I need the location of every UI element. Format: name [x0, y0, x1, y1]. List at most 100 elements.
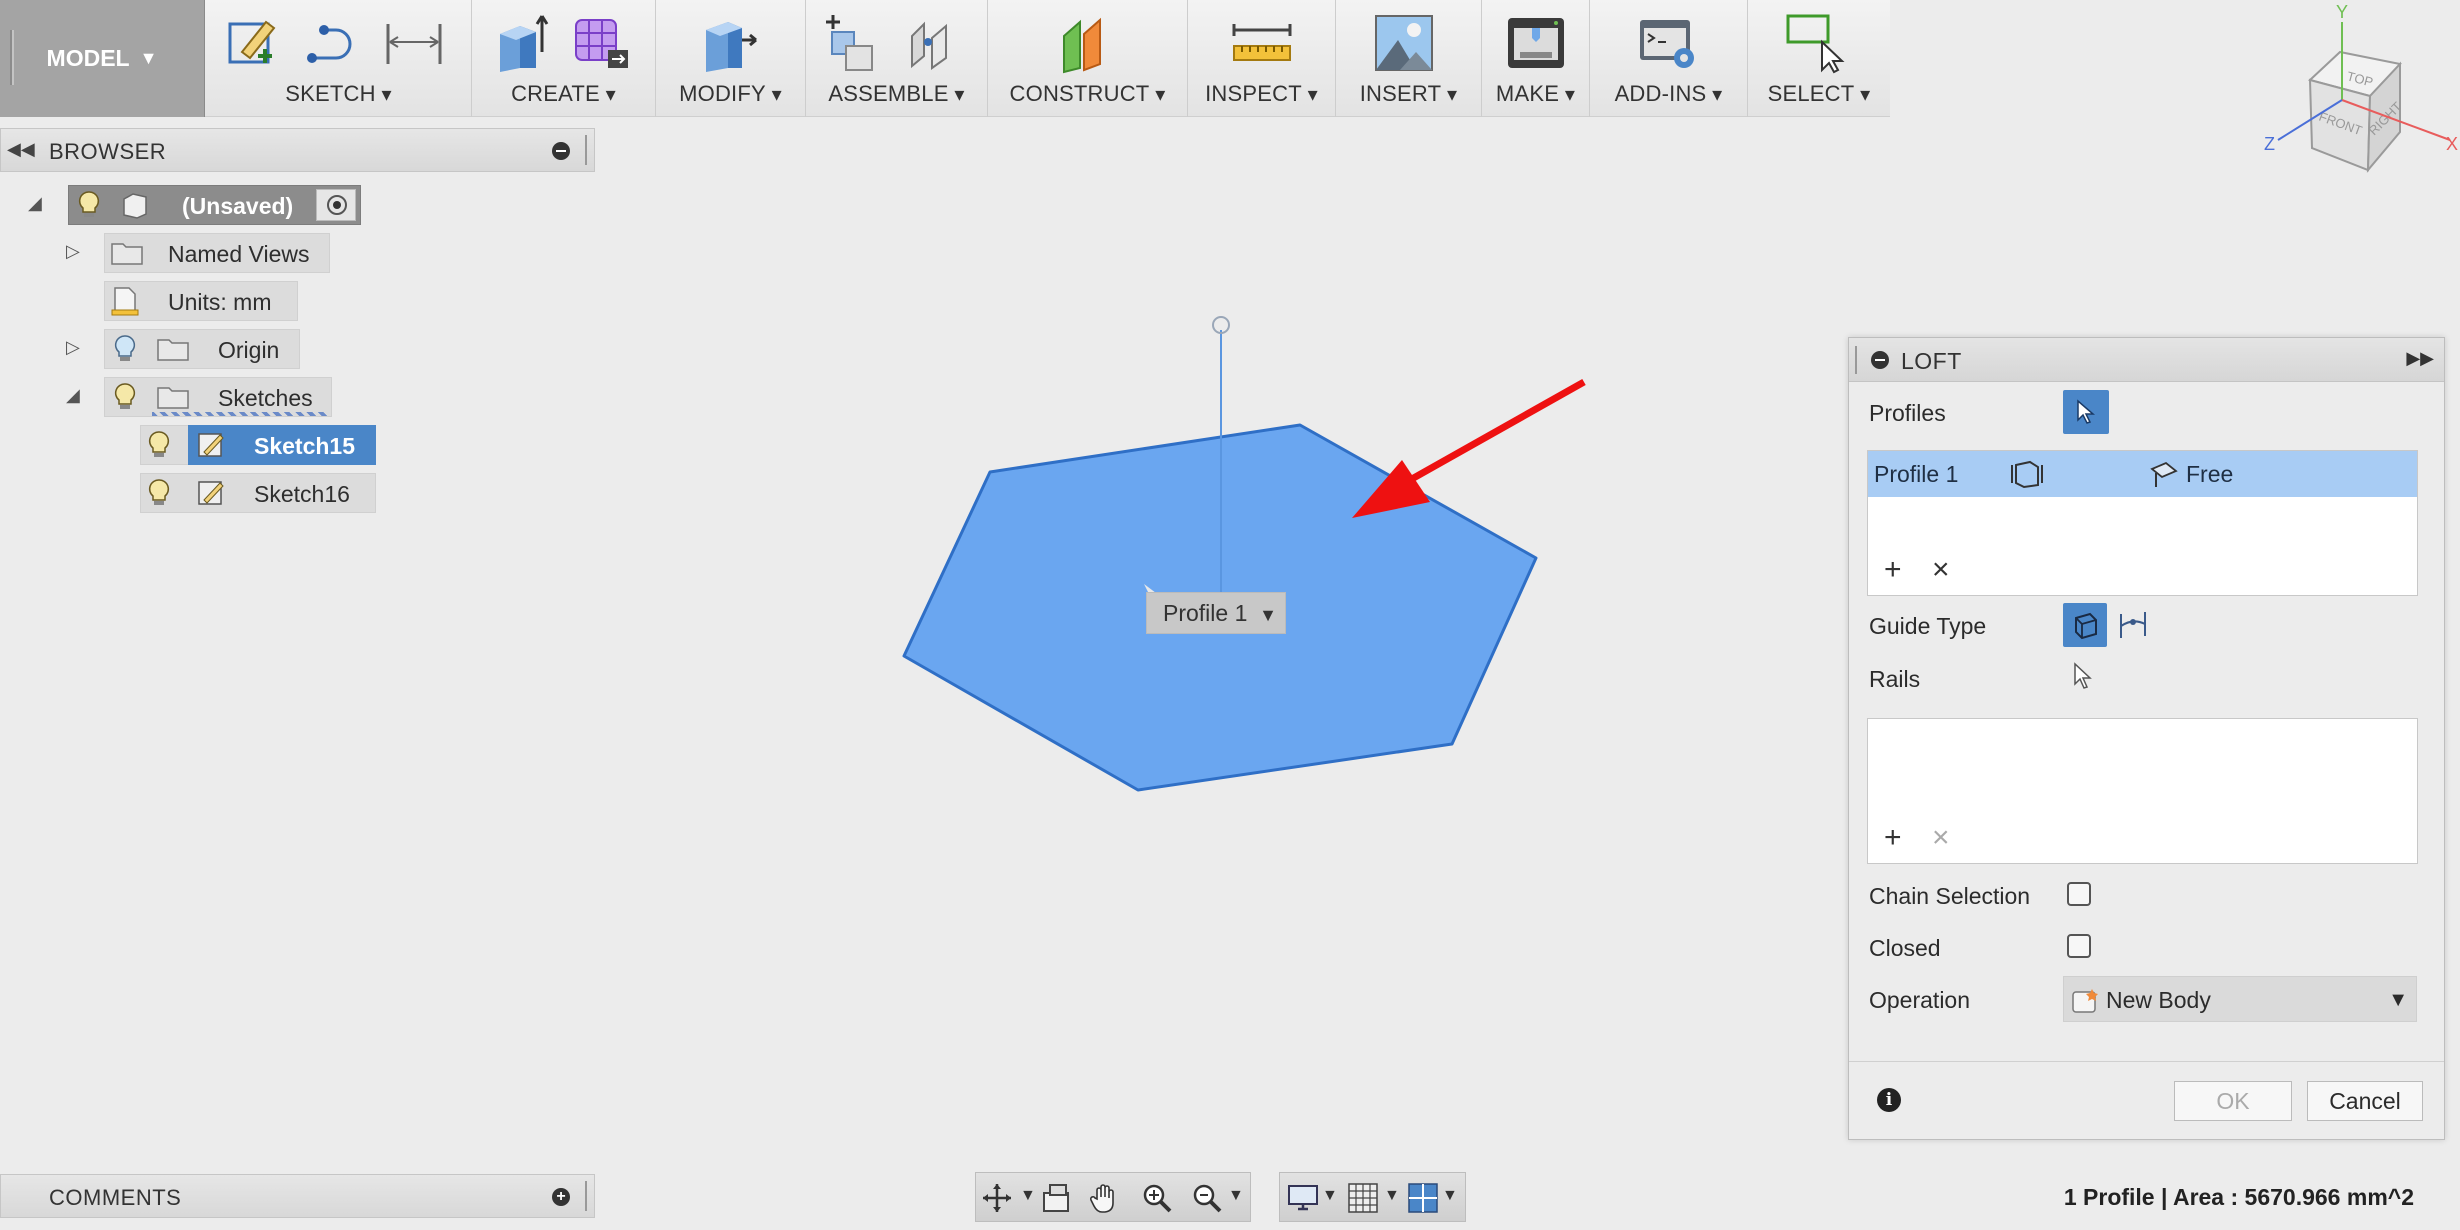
insert-group[interactable]: INSERT	[1336, 0, 1482, 117]
sketch-point[interactable]	[1212, 316, 1230, 334]
panel-grip[interactable]	[585, 1181, 588, 1211]
zoom-window-icon[interactable]	[1190, 1181, 1224, 1215]
add-comment-icon[interactable]: +	[552, 1188, 570, 1206]
workspace-switcher-button[interactable]: MODEL ▼	[0, 0, 205, 117]
panel-grip[interactable]	[585, 135, 588, 165]
chevron-down-icon[interactable]: ▼	[1259, 605, 1277, 626]
lightbulb-icon[interactable]	[74, 189, 104, 221]
insert-menu-label[interactable]: INSERT	[1336, 81, 1481, 107]
collapse-panel-icon[interactable]: ◀◀	[7, 139, 35, 160]
inspect-menu-label[interactable]: INSPECT	[1188, 81, 1335, 107]
closed-checkbox[interactable]	[2067, 934, 2091, 958]
chevron-down-icon[interactable]: ▼	[1322, 1187, 1338, 1205]
expand-triangle-icon[interactable]: ▷	[66, 241, 80, 262]
modify-group[interactable]: MODIFY	[656, 0, 806, 117]
expand-triangle-icon[interactable]: ▷	[66, 337, 80, 358]
display-settings-icon[interactable]	[1286, 1181, 1320, 1215]
dimension-icon[interactable]	[382, 12, 446, 74]
select-group[interactable]: SELECT	[1748, 0, 1890, 117]
rails-select-cursor-icon[interactable]	[2071, 662, 2095, 692]
free-condition-icon[interactable]	[2148, 459, 2180, 489]
lightbulb-icon[interactable]	[110, 333, 140, 365]
tree-item-origin[interactable]: ▷ Origin	[0, 329, 310, 369]
profile-row-condition[interactable]: Free	[2186, 461, 2233, 488]
rails-list[interactable]: + ×	[1867, 718, 2418, 864]
activate-radio[interactable]	[316, 189, 356, 221]
viewports-icon[interactable]	[1406, 1181, 1440, 1215]
profiles-list[interactable]: Profile 1 Free + ×	[1867, 450, 2418, 596]
lightbulb-icon[interactable]	[144, 429, 174, 461]
tree-item-sketch15[interactable]: Sketch15	[0, 425, 380, 465]
construct-menu-label[interactable]: CONSTRUCT	[988, 81, 1187, 107]
chevron-down-icon[interactable]: ▼	[1020, 1187, 1036, 1205]
guide-type-rails-button[interactable]	[2063, 603, 2107, 647]
assemble-group[interactable]: ASSEMBLE	[806, 0, 988, 117]
profiles-select-button[interactable]	[2063, 390, 2109, 434]
new-component-icon[interactable]	[822, 12, 886, 74]
lightbulb-icon[interactable]	[110, 381, 140, 413]
operation-select[interactable]: New Body ▼	[2063, 976, 2417, 1022]
info-icon[interactable]: i	[1877, 1088, 1901, 1112]
orbit-icon[interactable]	[980, 1181, 1014, 1215]
create-menu-label[interactable]: CREATE	[472, 81, 655, 107]
centerline-guide-icon[interactable]	[2115, 608, 2151, 642]
tree-item-sketches[interactable]: ◢ Sketches	[0, 377, 340, 417]
view-cube[interactable]: TOP FRONT RIGHT Y X Z	[2250, 0, 2460, 180]
chevron-down-icon[interactable]: ▼	[1442, 1187, 1458, 1205]
insert-image-icon[interactable]	[1372, 12, 1436, 74]
form-icon[interactable]	[570, 12, 634, 74]
joint-icon[interactable]	[902, 12, 966, 74]
sketch-group[interactable]: SKETCH	[206, 0, 472, 117]
chevron-down-icon[interactable]: ▼	[1384, 1187, 1400, 1205]
remove-profile-icon[interactable]: ×	[1932, 555, 1950, 585]
tree-item-named-views[interactable]: ▷ Named Views	[0, 233, 340, 273]
cancel-button[interactable]: Cancel	[2307, 1081, 2423, 1121]
construct-group[interactable]: CONSTRUCT	[988, 0, 1188, 117]
tree-item-units[interactable]: Units: mm	[0, 281, 300, 321]
arc-line-icon[interactable]	[302, 12, 366, 74]
sketch-menu-label[interactable]: SKETCH	[206, 81, 471, 107]
make-menu-label[interactable]: MAKE	[1482, 81, 1589, 107]
minimize-icon[interactable]	[552, 142, 570, 160]
pan-hand-icon[interactable]	[1088, 1181, 1122, 1215]
minimize-icon[interactable]	[1871, 351, 1889, 369]
loft-dialog-header[interactable]: LOFT ▶▶	[1849, 338, 2444, 382]
measure-icon[interactable]	[1230, 12, 1294, 74]
add-rail-icon[interactable]: +	[1884, 823, 1902, 853]
profile-label-dropdown[interactable]: Profile 1 ▼	[1146, 592, 1286, 634]
add-profile-icon[interactable]: +	[1884, 555, 1902, 585]
expand-dialog-icon[interactable]: ▶▶	[2406, 348, 2434, 369]
assemble-menu-label[interactable]: ASSEMBLE	[806, 81, 987, 107]
chain-selection-checkbox[interactable]	[2067, 882, 2091, 906]
window-select-icon[interactable]	[1784, 12, 1848, 74]
chevron-down-icon[interactable]: ▼	[1228, 1187, 1244, 1205]
look-at-icon[interactable]	[1040, 1181, 1074, 1215]
profile-end-condition-icon[interactable]	[2010, 459, 2044, 489]
create-sketch-icon[interactable]	[222, 12, 286, 74]
3d-print-icon[interactable]	[1504, 12, 1568, 74]
zoom-icon[interactable]	[1140, 1181, 1174, 1215]
add-ins-group[interactable]: ADD-INS	[1590, 0, 1748, 117]
profile-row[interactable]: Profile 1 Free	[1868, 451, 2417, 497]
grid-settings-icon[interactable]	[1346, 1181, 1380, 1215]
chevron-down-icon[interactable]: ▼	[2388, 989, 2408, 1012]
inspect-group[interactable]: INSPECT	[1188, 0, 1336, 117]
dialog-grip[interactable]	[1855, 346, 1858, 374]
press-pull-icon[interactable]	[698, 12, 762, 74]
lightbulb-icon[interactable]	[144, 477, 174, 509]
scripts-addins-icon[interactable]	[1636, 12, 1700, 74]
tree-root[interactable]: ◢ (Unsaved)	[0, 185, 380, 225]
ok-button[interactable]: OK	[2174, 1081, 2292, 1121]
comments-panel-header[interactable]: COMMENTS +	[0, 1174, 595, 1218]
tree-item-sketch16[interactable]: Sketch16	[0, 473, 380, 513]
expand-triangle-icon[interactable]: ◢	[28, 193, 42, 214]
collapse-triangle-icon[interactable]: ◢	[66, 385, 80, 406]
select-menu-label[interactable]: SELECT	[1748, 81, 1890, 107]
add-ins-menu-label[interactable]: ADD-INS	[1590, 81, 1747, 107]
modify-menu-label[interactable]: MODIFY	[656, 81, 805, 107]
create-group[interactable]: CREATE	[472, 0, 656, 117]
extrude-icon[interactable]	[492, 12, 556, 74]
make-group[interactable]: MAKE	[1482, 0, 1590, 117]
toolbar-grip[interactable]	[10, 30, 14, 85]
offset-plane-icon[interactable]	[1056, 12, 1120, 74]
